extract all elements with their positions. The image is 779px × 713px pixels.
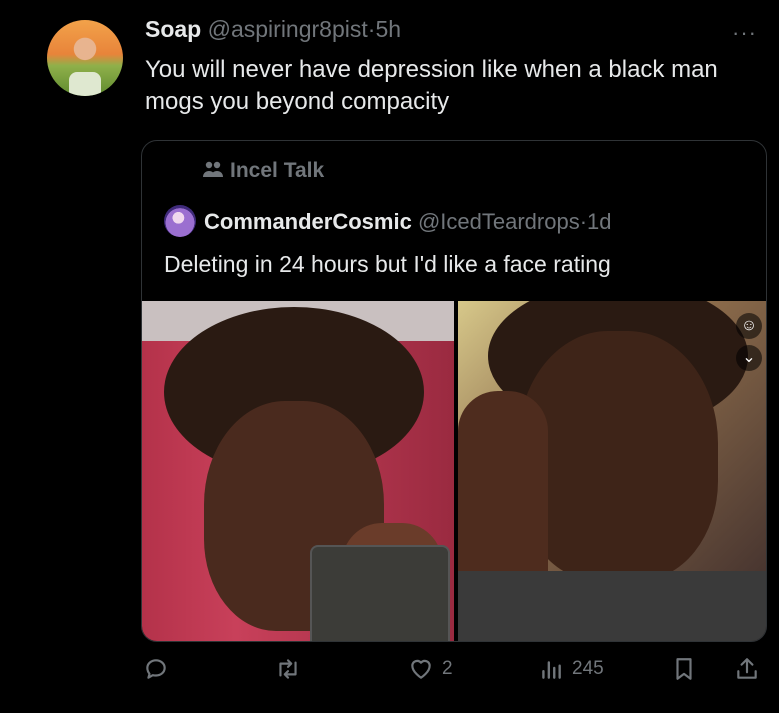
quoted-header: CommanderCosmic @IcedTeardrops·1d [164,205,612,237]
quoted-display-name[interactable]: CommanderCosmic [204,209,412,234]
views-icon [542,661,561,679]
bookmark-icon [676,658,692,680]
bookmark-button[interactable] [672,656,696,682]
retweet-button[interactable] [274,656,310,682]
quoted-handle[interactable]: @IcedTeardrops [418,209,580,234]
views-count: 245 [572,658,604,679]
avatar[interactable] [47,20,123,96]
quoted-tweet[interactable]: Incel Talk CommanderCosmic @IcedTeardrop… [141,140,767,642]
display-name[interactable]: Soap [145,16,201,42]
like-button[interactable]: 2 [408,656,453,682]
quoted-text: Deleting in 24 hours but I'd like a face… [164,251,611,277]
quoted-avatar[interactable] [164,205,196,237]
reply-button[interactable] [143,656,177,682]
reply-icon [146,659,166,679]
community-icon [203,161,223,177]
retweet-icon [279,659,297,679]
chevron-down-icon[interactable]: ⌄ [736,345,762,371]
quoted-timestamp[interactable]: 1d [587,209,611,234]
tweet-text: You will never have depression like when… [145,56,718,115]
heart-icon [411,659,431,679]
share-button[interactable] [734,656,760,682]
views-button[interactable]: 245 [538,656,604,682]
more-options-icon[interactable]: ··· [732,20,757,46]
quoted-separator: · [579,209,588,234]
photo-right[interactable]: ☺ ⌄ [458,301,766,641]
like-count: 2 [442,658,453,679]
community-name: Incel Talk [230,159,325,182]
community-label[interactable]: Incel Talk [202,159,324,183]
emoji-icon[interactable]: ☺ [736,313,762,339]
share-icon [737,658,757,679]
timestamp[interactable]: 5h [375,16,401,42]
handle[interactable]: @aspiringr8pist [208,16,368,42]
tweet[interactable]: Soap @aspiringr8pist·5h ··· You will nev… [0,0,779,713]
tweet-header: Soap @aspiringr8pist·5h [145,16,401,43]
action-bar: 2 245 [0,656,779,696]
photo-left[interactable] [142,301,454,641]
